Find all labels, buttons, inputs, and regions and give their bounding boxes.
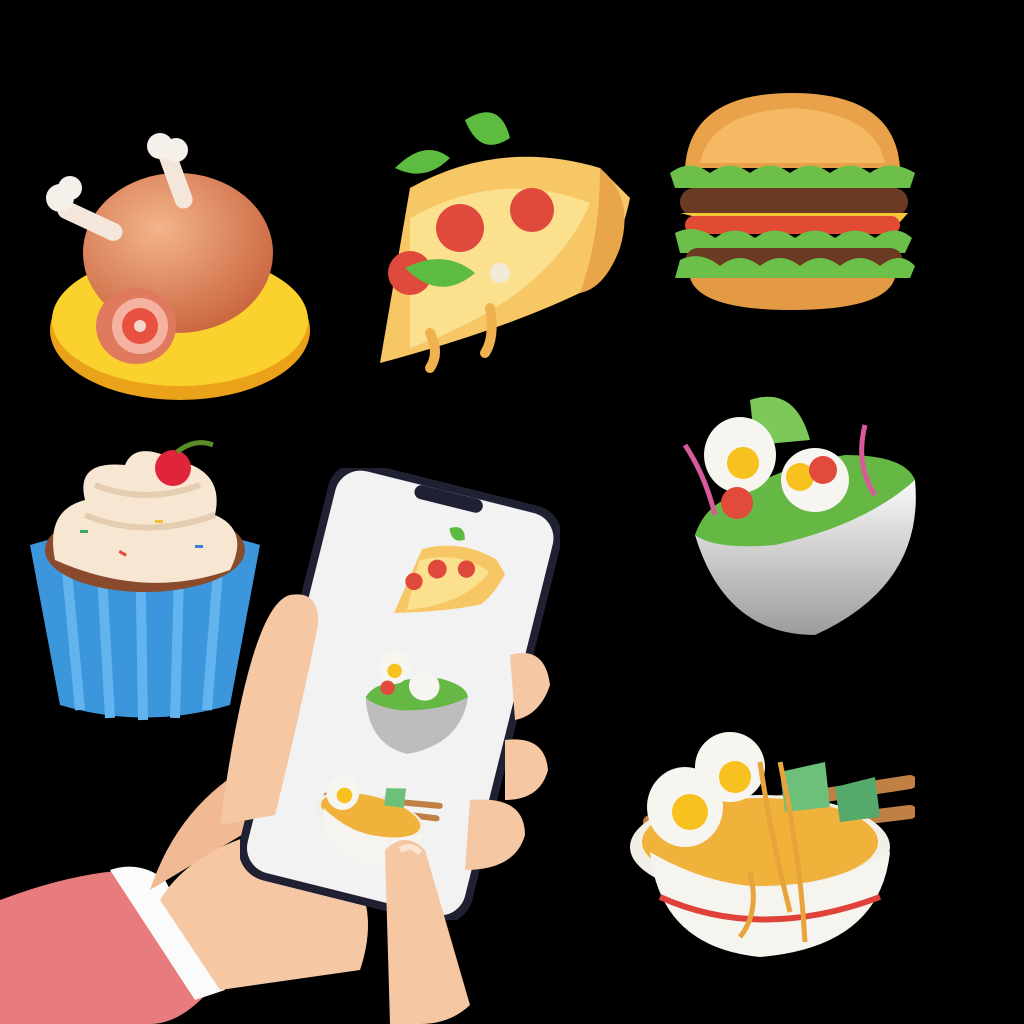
fingers	[180, 585, 560, 1024]
salad-bowl-icon	[665, 385, 930, 640]
pizza-slice-icon	[350, 98, 635, 378]
ramen-bowl-icon	[630, 712, 915, 967]
burger-icon	[660, 88, 925, 313]
roast-chicken-icon	[28, 128, 318, 413]
